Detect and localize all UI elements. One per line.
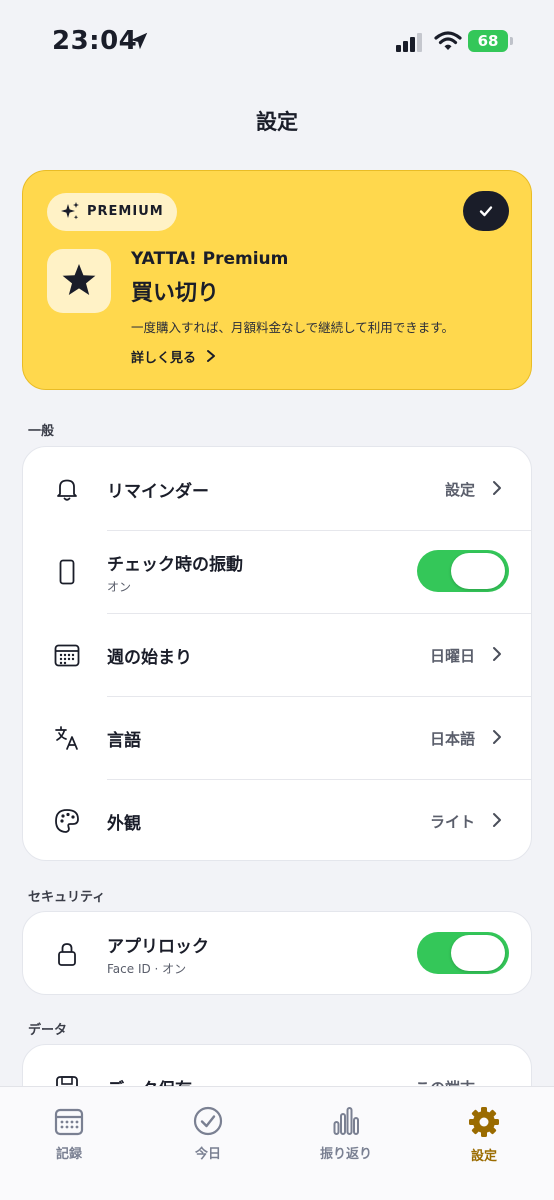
app-lock-toggle[interactable]: [417, 932, 509, 974]
premium-card[interactable]: PREMIUM YATTA! Premium 買い切り 一度購入すれば、月額料金…: [22, 170, 532, 390]
row-title: アプリロック: [107, 937, 209, 957]
tab-label: 振り返り: [319, 1147, 372, 1162]
check-circle-icon: [193, 1106, 223, 1136]
battery-indicator: 68: [468, 30, 508, 52]
status-time: 23:04: [52, 26, 138, 56]
row-value: 日曜日: [429, 647, 475, 665]
row-value: ライト: [429, 813, 475, 831]
tab-label: 設定: [470, 1149, 497, 1164]
star-icon: [62, 264, 96, 295]
battery-nub: [510, 37, 513, 45]
settings-row-reminder[interactable]: リマインダー 設定: [23, 447, 531, 530]
settings-group-security: アプリロック Face ID · オン: [22, 911, 532, 995]
tab-settings[interactable]: 設定: [424, 1105, 544, 1165]
premium-plan: 買い切り: [131, 281, 220, 306]
settings-group-general: リマインダー 設定 チェック時の振動 オン 週の始まり 日曜日 言語 日本語 外…: [22, 446, 532, 861]
section-label-security: セキュリティ: [28, 890, 106, 905]
premium-badge: PREMIUM: [47, 193, 177, 231]
phone-icon: [59, 559, 75, 585]
haptics-toggle[interactable]: [417, 550, 509, 592]
row-title: チェック時の振動: [107, 555, 243, 575]
wifi-icon: [434, 31, 462, 50]
location-arrow-icon: [130, 32, 148, 50]
row-title: 外観: [107, 814, 141, 834]
gear-icon: [469, 1107, 499, 1137]
tab-bar: 記録 今日 振り返り 設定: [0, 1086, 554, 1200]
toggle-knob: [451, 935, 505, 971]
cellular-signal-icon: [396, 33, 422, 52]
chevron-right-icon: [493, 647, 501, 661]
row-title: リマインダー: [107, 482, 209, 502]
section-label-data: データ: [28, 1023, 68, 1038]
lock-icon: [58, 943, 76, 966]
premium-badge-label: PREMIUM: [87, 204, 164, 219]
palette-icon: [55, 809, 79, 833]
tab-records[interactable]: 記録: [9, 1105, 129, 1165]
section-label-general: 一般: [28, 424, 55, 439]
bell-icon: [57, 479, 77, 501]
premium-name: YATTA! Premium: [131, 249, 289, 269]
toggle-knob: [451, 553, 505, 589]
row-title: 週の始まり: [107, 648, 192, 668]
tab-label: 今日: [194, 1147, 221, 1162]
row-subtitle: Face ID · オン: [107, 962, 187, 976]
battery-level: 68: [477, 32, 499, 50]
tab-today[interactable]: 今日: [148, 1105, 268, 1165]
chevron-right-icon: [493, 481, 501, 495]
row-value: 設定: [444, 481, 475, 499]
settings-row-app-lock: アプリロック Face ID · オン: [23, 912, 531, 994]
row-value: 日本語: [429, 730, 475, 748]
checkmark-icon: [479, 206, 493, 217]
tab-review[interactable]: 振り返り: [286, 1105, 406, 1165]
chevron-right-icon: [207, 350, 215, 362]
premium-more-link[interactable]: 詳しく見る: [131, 347, 196, 366]
calendar-icon: [54, 644, 80, 667]
settings-row-language[interactable]: 言語 日本語: [23, 696, 531, 779]
calendar-icon: [54, 1108, 84, 1136]
settings-row-week-start[interactable]: 週の始まり 日曜日: [23, 613, 531, 696]
chevron-right-icon: [493, 813, 501, 827]
premium-star-tile: [47, 249, 111, 313]
status-bar: 23:04 68: [0, 0, 554, 84]
premium-description: 一度購入すれば、月額料金なしで継続して利用できます。: [131, 320, 455, 335]
chevron-right-icon: [493, 730, 501, 744]
sparkle-icon: [61, 202, 79, 220]
row-title: 言語: [107, 731, 141, 751]
bar-chart-icon: [333, 1107, 359, 1135]
settings-row-haptics: チェック時の振動 オン: [23, 530, 531, 613]
premium-check-button[interactable]: [463, 191, 509, 231]
row-subtitle: オン: [107, 580, 132, 594]
page-title: 設定: [256, 110, 298, 134]
translate-icon: [55, 726, 78, 750]
settings-row-appearance[interactable]: 外観 ライト: [23, 779, 531, 860]
tab-label: 記録: [55, 1147, 82, 1162]
